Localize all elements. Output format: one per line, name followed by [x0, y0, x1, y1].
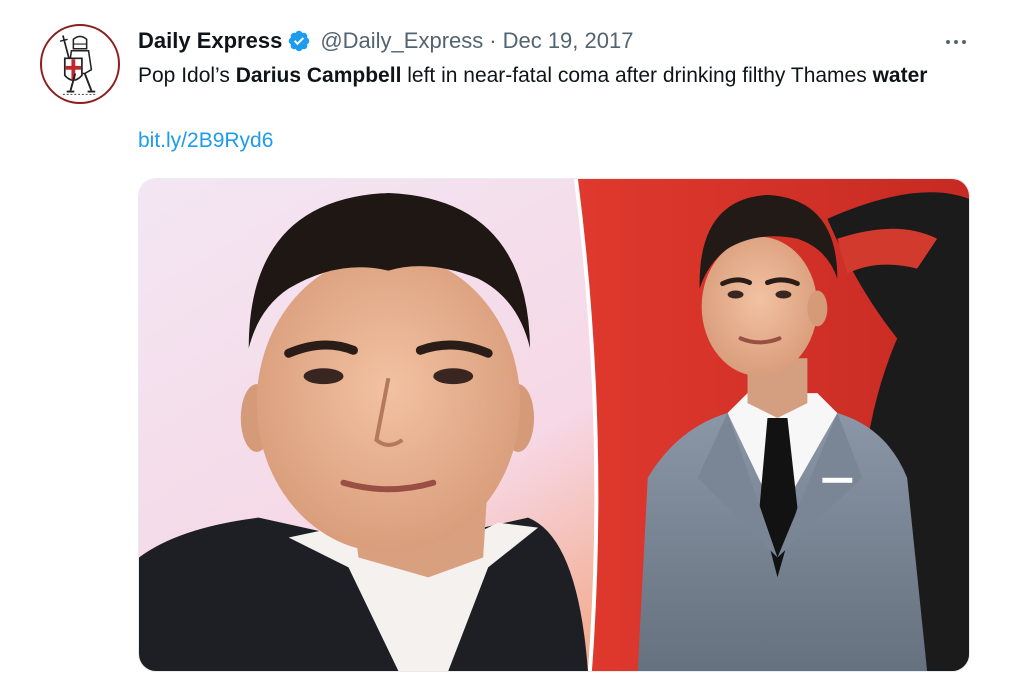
author-handle[interactable]: @Daily_Express	[320, 28, 483, 54]
tweet-text-part-1: Pop Idol’s	[138, 64, 236, 87]
author-display-name[interactable]: Daily Express	[138, 28, 282, 54]
header-separator: ·	[489, 28, 497, 53]
tweet-date[interactable]: Dec 19, 2017	[503, 28, 634, 54]
tweet-header: Daily Express @Daily_Express · Dec 19, 2…	[138, 26, 633, 56]
photo-collage-icon	[139, 179, 969, 671]
verified-badge-icon	[287, 29, 311, 53]
more-options-button[interactable]	[938, 26, 974, 54]
tweet-text-bold-name: Darius Campbell	[235, 64, 402, 87]
tweet-link[interactable]: bit.ly/2B9Ryd6	[138, 126, 273, 156]
tweet-text-part-2: left in near-fatal coma after drinking f…	[401, 64, 873, 87]
more-options-icon	[944, 31, 968, 49]
tweet-text-bold-water: water	[872, 64, 928, 87]
tweet-text: Pop Idol’s Darius Campbell left in near-…	[138, 60, 958, 92]
tweet-card: Daily Express @Daily_Express · Dec 19, 2…	[0, 0, 1024, 690]
tweet-media[interactable]	[138, 178, 970, 672]
crusader-logo-icon	[42, 26, 118, 102]
author-avatar[interactable]	[40, 24, 120, 104]
